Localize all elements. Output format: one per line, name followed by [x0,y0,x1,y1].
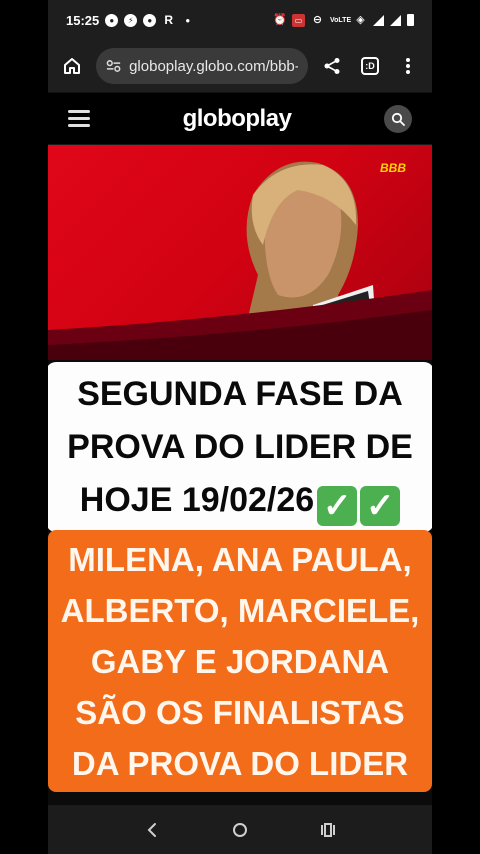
video-frame: BBB [48,145,432,360]
dark-band [48,290,432,360]
bbb-logo: BBB [380,161,406,175]
url-bar[interactable]: globoplay.globo.com/bbb-2 [96,48,308,84]
tab-switcher-button[interactable]: :D [356,52,384,80]
home-circle-icon [233,823,247,837]
r-app-icon: R [164,12,174,27]
finalists-line-1: MILENA, ANA PAULA, [68,540,412,578]
share-icon [324,58,340,74]
check-mark-icon: ✓ [317,485,358,526]
tab-count: :D [361,57,379,75]
status-bar: 15:25 ● ⚡ ● R ● ⏰ ▭ ⊖ VoLTE ◈ [48,0,432,40]
alarm-icon: ⏰ [273,13,287,26]
site-header: globoplay [48,92,432,144]
finalists-card: MILENA, ANA PAULA, ALBERTO, MARCIELE, GA… [48,530,432,792]
hamburger-menu-icon[interactable] [68,110,90,127]
headline-text: SEGUNDA FASE DA PROVA DO LIDER DE HOJE 1… [67,368,413,527]
site-settings-icon[interactable] [106,59,121,73]
more-vert-icon [406,58,410,74]
url-text: globoplay.globo.com/bbb-2 [129,57,298,75]
messenger-icon: ⚡ [124,13,138,27]
navigation-bar [48,806,432,854]
headline-card: SEGUNDA FASE DA PROVA DO LIDER DE HOJE 1… [48,362,432,532]
battery-icon [407,14,414,26]
dot-icon: ● [185,15,191,25]
finalists-line-3: GABY E JORDANA [90,642,390,680]
headline-line-3: HOJE 19/02/26 ✓ ✓ [67,474,413,527]
browser-toolbar: globoplay.globo.com/bbb-2 :D [48,40,432,92]
finalists-line-5: DA PROVA DO LIDER [71,744,409,782]
finalists-line-2: ALBERTO, MARCIELE, [60,591,420,629]
check-mark-icon: ✓ [360,485,401,526]
dnd-icon: ⊖ [312,13,323,26]
wifi-icon: ◈ [356,13,365,26]
home-icon [64,58,80,74]
search-icon [391,112,405,126]
finalists-line-4: SÃO OS FINALISTAS [75,693,405,731]
cast-icon: ▭ [292,13,305,27]
recents-icon [321,823,335,837]
search-button[interactable] [384,104,412,133]
headline-line-2: PROVA DO LIDER DE [67,427,413,466]
video-player[interactable]: BBB SEGUNDA FASE DA PROVA DO LIDER DE HO… [48,145,432,805]
menu-button[interactable] [394,52,422,80]
recents-button[interactable] [313,815,343,845]
status-right: ⏰ ▭ ⊖ VoLTE ◈ [273,13,414,27]
signal-2-icon [390,14,401,26]
status-left: 15:25 ● ⚡ ● R ● [66,13,194,28]
back-button[interactable] [137,815,167,845]
finalists-text: MILENA, ANA PAULA, ALBERTO, MARCIELE, GA… [61,534,420,789]
headline-date: HOJE 19/02/26 [79,480,315,519]
phone-screen: 15:25 ● ⚡ ● R ● ⏰ ▭ ⊖ VoLTE ◈ globoplay.… [48,0,432,854]
headline-line-1: SEGUNDA FASE DA [77,374,403,413]
globoplay-logo[interactable]: globoplay [90,105,384,133]
home-button[interactable] [58,52,86,80]
signal-icon [373,14,384,26]
home-nav-button[interactable] [225,815,255,845]
share-button[interactable] [318,52,346,80]
status-time: 15:25 [66,12,100,28]
volte-icon: VoLTE [330,16,352,24]
chat-icon: ● [143,13,157,27]
whatsapp-icon: ● [105,13,119,27]
back-icon [147,823,156,837]
